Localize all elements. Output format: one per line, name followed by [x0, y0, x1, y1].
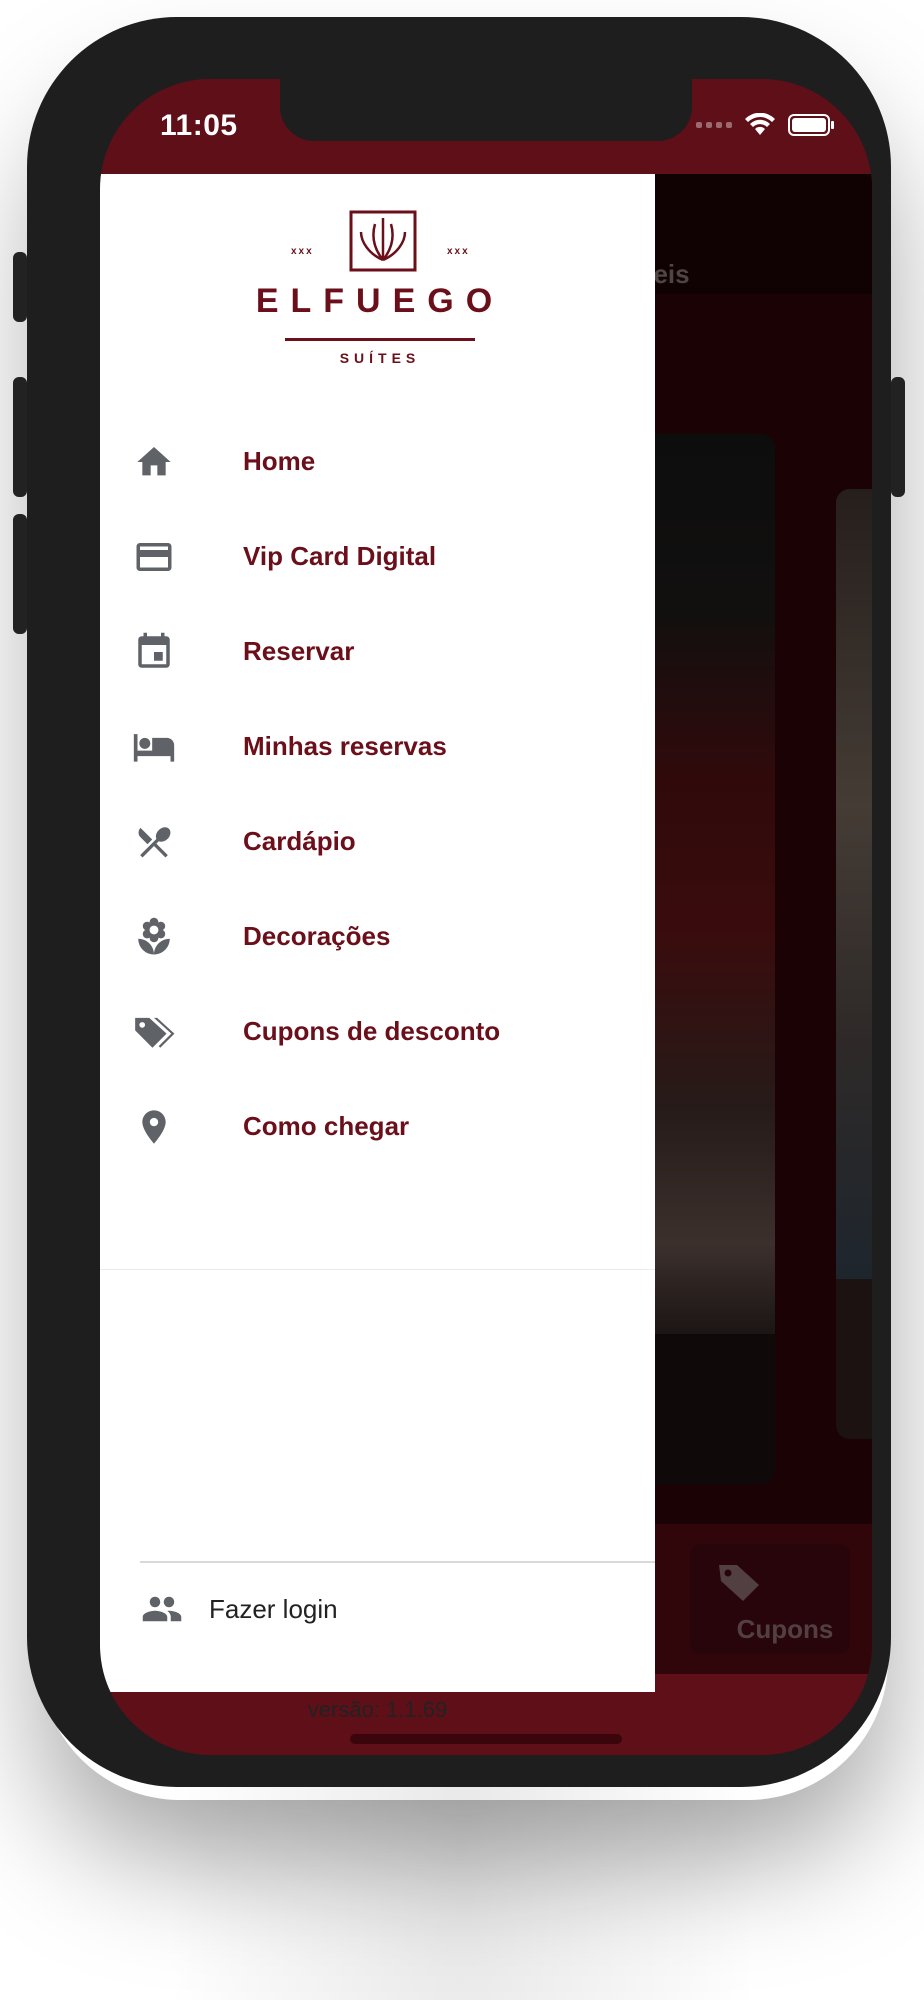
menu-item-como-chegar[interactable]: Como chegar: [100, 1079, 655, 1174]
login-divider: [140, 1561, 655, 1563]
calendar-icon: [132, 630, 176, 674]
menu-item-minhas-reservas[interactable]: Minhas reservas: [100, 699, 655, 794]
battery-icon: [788, 114, 834, 136]
app-version: versão: 1.1.69: [307, 1697, 448, 1722]
svg-text:xxx: xxx: [291, 246, 314, 257]
phone-volume-up-button: [13, 377, 27, 497]
bed-icon: [132, 725, 176, 769]
menu-item-label: Reservar: [243, 636, 355, 666]
screen: 11:05 oníveis: [100, 79, 872, 1755]
menu-item-home[interactable]: Home: [100, 414, 655, 509]
svg-text:xxx: xxx: [447, 246, 470, 257]
menu-item-vip-card[interactable]: Vip Card Digital: [100, 509, 655, 604]
location-pin-icon: [132, 1105, 176, 1149]
phone-frame: 11:05 oníveis: [13, 17, 905, 1787]
drawer-menu: Home Vip Card Digital Reservar Minhas re…: [100, 414, 655, 1174]
phone-volume-down-button: [13, 514, 27, 634]
navigation-drawer: xxx xxx ELFUEGO SUÍTES Home Vip Card Dig…: [100, 174, 655, 1722]
menu-item-label: Cardápio: [243, 826, 356, 856]
stage: 11:05 oníveis: [0, 0, 924, 2000]
status-icons: [696, 113, 836, 137]
phone-side-button: [13, 252, 27, 322]
flower-icon: [132, 915, 176, 959]
menu-item-cupons[interactable]: Cupons de desconto: [100, 984, 655, 1079]
menu-item-cardapio[interactable]: Cardápio: [100, 794, 655, 889]
brand-logo: xxx xxx ELFUEGO SUÍTES: [255, 210, 505, 380]
cellular-signal-icon: [696, 122, 732, 128]
menu-item-label: Decorações: [243, 921, 391, 951]
brand-divider: [285, 338, 475, 341]
brand-subtitle: SUÍTES: [339, 350, 421, 366]
tags-icon: [132, 1010, 176, 1054]
menu-item-label: Minhas reservas: [243, 731, 447, 761]
flame-emblem-icon: xxx xxx: [291, 210, 470, 272]
utensils-icon: [132, 820, 176, 864]
menu-item-reservar[interactable]: Reservar: [100, 604, 655, 699]
home-icon: [132, 440, 176, 484]
phone-power-button: [891, 377, 905, 497]
menu-divider: [100, 1269, 655, 1270]
menu-item-label: Home: [243, 446, 316, 476]
menu-item-decoracoes[interactable]: Decorações: [100, 889, 655, 984]
wifi-icon: [745, 113, 775, 135]
menu-item-label: Como chegar: [243, 1111, 410, 1141]
notch: [280, 79, 692, 141]
brand-name: ELFUEGO: [255, 282, 505, 320]
status-time: 11:05: [160, 109, 238, 142]
login-label: Fazer login: [209, 1593, 338, 1624]
credit-card-icon: [132, 535, 176, 579]
home-indicator[interactable]: [350, 1734, 622, 1744]
menu-item-label: Cupons de desconto: [243, 1016, 501, 1046]
menu-item-label: Vip Card Digital: [243, 541, 437, 571]
people-icon: [140, 1587, 184, 1631]
login-button[interactable]: Fazer login: [140, 1579, 560, 1639]
